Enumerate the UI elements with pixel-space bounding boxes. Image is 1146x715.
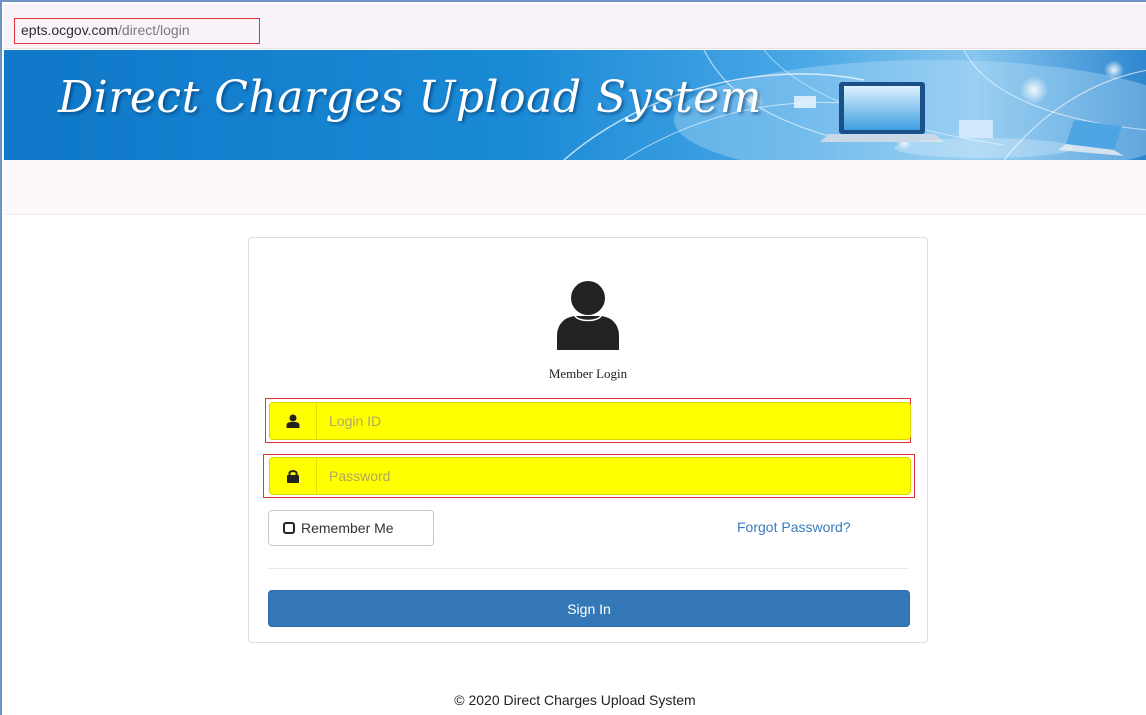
sign-in-button[interactable]: Sign In: [268, 590, 910, 627]
login-id-group: [269, 402, 911, 440]
footer-copyright: © 2020 Direct Charges Upload System: [454, 692, 696, 708]
remember-me-button[interactable]: Remember Me: [268, 510, 434, 546]
password-group: [269, 457, 911, 495]
browser-frame: epts.ocgov.com/direct/login Direct Charg…: [0, 0, 1146, 715]
user-silhouette-icon: [557, 281, 619, 350]
password-input[interactable]: [317, 458, 910, 494]
url-field[interactable]: epts.ocgov.com/direct/login: [14, 18, 260, 44]
divider: [268, 568, 908, 569]
user-icon: [270, 403, 317, 439]
lock-icon: [270, 458, 317, 494]
checkbox-icon: [283, 522, 295, 534]
login-id-input[interactable]: [317, 403, 910, 439]
address-bar: epts.ocgov.com/direct/login: [4, 4, 1146, 49]
member-login-heading: Member Login: [548, 366, 628, 381]
nav-bar: [4, 160, 1146, 215]
site-title: Direct Charges Upload System: [58, 72, 762, 123]
login-panel: Member Login Remember Me: [248, 237, 928, 643]
remember-me-label: Remember Me: [301, 520, 394, 536]
url-host: epts.ocgov.com: [21, 22, 119, 38]
forgot-password-link[interactable]: Forgot Password?: [737, 519, 851, 535]
header-banner: Direct Charges Upload System: [4, 50, 1146, 160]
url-path: /direct/login: [118, 22, 190, 38]
